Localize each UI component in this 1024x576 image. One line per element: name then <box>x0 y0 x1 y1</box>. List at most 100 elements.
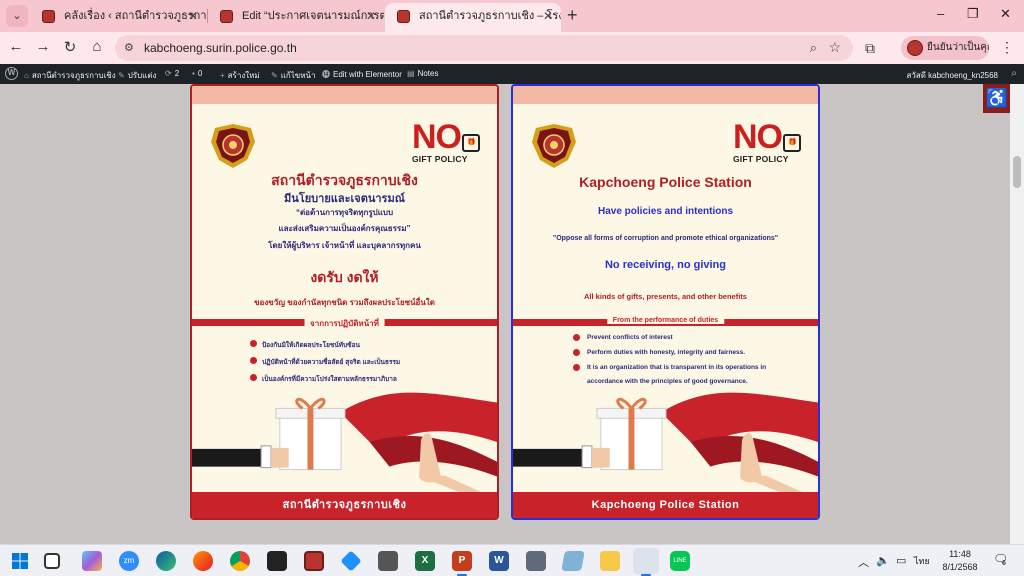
windows-start-icon[interactable] <box>10 551 30 571</box>
zoom-app-icon[interactable]: zm <box>119 551 139 571</box>
gift-policy-text: GIFT POLICY <box>733 154 789 164</box>
bullet-icon <box>250 340 257 347</box>
bullet-text: ปฏิบัติหน้าที่ด้วยความซื่อสัตย์ สุจริต แ… <box>262 359 401 366</box>
police-app-icon[interactable] <box>304 551 324 571</box>
back-button[interactable]: ← <box>6 38 26 55</box>
reload-button[interactable]: ↻ <box>60 38 80 56</box>
bookmark-star-icon[interactable]: ☆ <box>828 39 841 56</box>
powerpoint-icon[interactable]: P <box>452 551 472 571</box>
search-icon[interactable]: ⌕ <box>1011 68 1017 79</box>
clock[interactable]: 11:48 8/1/2568 <box>940 548 980 574</box>
elementor-icon: ⓮ <box>322 70 330 79</box>
clock-time: 11:48 <box>949 549 971 559</box>
wp-updates[interactable]: ⟳ 2 <box>165 69 179 78</box>
bullet-icon <box>250 357 257 364</box>
poster-line-2: “ต่อต้านการทุจริตทุกรูปแบบ <box>295 208 394 217</box>
bullet-icon <box>573 334 580 341</box>
profile-button[interactable]: ยืนยันว่าเป็นคุณ <box>901 36 989 60</box>
wp-admin-bar: W ⌂ สถานีตำรวจภูธรกาบเชิง ✎ ปรับแต่ง ⟳ 2 ▪ 0… <box>0 64 1024 84</box>
new-tab-button[interactable]: + <box>567 5 578 25</box>
brush-icon: ✎ <box>118 71 125 80</box>
word-icon[interactable]: W <box>489 551 509 571</box>
gift-box-icon: 🎁 <box>783 134 801 152</box>
duty-label: From the performance of duties <box>606 317 725 324</box>
copilot-icon[interactable] <box>82 551 102 571</box>
tab-1[interactable]: คลังเรื่อง ‹ สถานีตำรวจภูธรกาบเชิง — ✕ <box>30 3 206 32</box>
address-bar[interactable]: ⚙ kabchoeng.surin.police.go.th ⌕ ☆ <box>115 35 853 61</box>
tab-search-button[interactable]: ⌄ <box>6 5 28 27</box>
gift-box-icon: 🎁 <box>462 134 480 152</box>
tab-2[interactable]: Edit “ประกาศเจตนารมณ์การต่อต้านการรับสิน… <box>208 3 384 32</box>
windows-taskbar: zm X P W LINE ︿ 🔈 ▭ ไทย 11:48 8/1/2568 🗨… <box>0 544 1024 576</box>
poster-footer: Kapchoeng Police Station <box>513 492 818 518</box>
wp-new[interactable]: + สร้างใหม่ <box>220 69 260 82</box>
notes-app-icon[interactable] <box>561 551 585 571</box>
poster-line-4: โดยให้ผู้บริหาร เจ้าหน้าที่ และบุคลากรทุ… <box>268 241 421 250</box>
poster-gifts: ของขวัญ ของกำนัลทุกชนิด รวมถึงผลประโยชน์… <box>254 298 435 307</box>
tray-chevron-icon[interactable]: ︿ <box>858 554 869 570</box>
wp-elementor[interactable]: ⓮ Edit with Elementor <box>322 69 402 80</box>
page-content: NO 🎁 GIFT POLICY สถานีตำรวจภูธรกาบเชิง มี… <box>0 84 1010 544</box>
gift-refusal-illustration <box>192 392 497 496</box>
wordpress-logo-icon[interactable]: W <box>5 67 18 80</box>
forward-button[interactable]: → <box>33 38 53 55</box>
scrollbar-thumb[interactable] <box>1013 156 1021 188</box>
gift-policy-text: GIFT POLICY <box>412 154 468 164</box>
poster-top-band <box>192 86 497 104</box>
duty-label: จากการปฏิบัติหน้าที่ <box>304 317 385 330</box>
menu-kebab-icon[interactable]: ⋮ <box>1000 39 1014 56</box>
app-game-icon[interactable] <box>267 551 287 571</box>
police-favicon-icon <box>220 10 233 23</box>
zoom-icon[interactable]: ⌕ <box>810 40 817 56</box>
close-tab-icon[interactable]: ✕ <box>543 3 553 29</box>
wp-site-name[interactable]: ⌂ สถานีตำรวจภูธรกาบเชิง <box>24 69 116 82</box>
wp-edit-page[interactable]: ✎ แก้ไขหน้า <box>271 69 315 82</box>
url-text[interactable]: kabchoeng.surin.police.go.th <box>144 41 297 55</box>
bullet-text: Prevent conflicts of interest <box>587 334 673 341</box>
bullet-text: It is an organization that is transparen… <box>587 364 767 371</box>
close-tab-icon[interactable]: ✕ <box>366 3 376 29</box>
no-text: NO <box>733 118 783 156</box>
tab-3-active[interactable]: สถานีตำรวจภูธรกาบเชิง – โรงพักต้นแบบ ✕ <box>385 3 561 32</box>
wp-notes[interactable]: ▤ Notes <box>407 69 438 78</box>
home-icon[interactable]: ⌂ <box>87 38 107 55</box>
wp-customize[interactable]: ✎ ปรับแต่ง <box>118 69 156 82</box>
poster-line-2: "Oppose all forms of corruption and prom… <box>552 235 779 242</box>
police-favicon-icon <box>397 10 410 23</box>
firefox-icon[interactable] <box>193 551 213 571</box>
speaker-icon[interactable]: 🔈 <box>876 554 890 567</box>
edge-icon[interactable] <box>156 551 176 571</box>
line-app-icon[interactable]: LINE <box>670 551 690 571</box>
accessibility-icon[interactable]: ♿ <box>983 84 1011 113</box>
file-explorer-icon[interactable] <box>600 551 620 571</box>
poster-gifts: All kinds of gifts, presents, and other … <box>584 292 747 301</box>
no-text: NO <box>412 118 462 156</box>
page-scrollbar[interactable] <box>1010 84 1024 544</box>
site-info-icon[interactable]: ⚙ <box>124 41 134 54</box>
battery-icon[interactable]: ▭ <box>896 554 906 567</box>
minimize-button[interactable]: – <box>937 6 944 21</box>
comment-icon: ▪ <box>192 69 195 78</box>
gift-refusal-illustration <box>513 392 818 496</box>
calculator-icon[interactable] <box>526 551 546 571</box>
poster-slogan: งดรับ งดให้ <box>310 269 379 285</box>
police-badge-icon <box>532 124 576 168</box>
bullet-icon <box>573 364 580 371</box>
wp-comments[interactable]: ▪ 0 <box>192 69 202 78</box>
tab-title: คลังเรื่อง ‹ สถานีตำรวจภูธรกาบเชิง — <box>64 10 206 22</box>
notes-icon: ▤ <box>407 69 415 78</box>
printer-icon[interactable] <box>378 551 398 571</box>
chrome-active-icon[interactable] <box>633 548 659 574</box>
chrome-icon[interactable] <box>230 551 250 571</box>
close-tab-icon[interactable]: ✕ <box>188 3 198 29</box>
excel-icon[interactable]: X <box>415 551 435 571</box>
vscode-icon[interactable] <box>340 550 362 572</box>
profile-label: ยืนยันว่าเป็นคุณ <box>927 42 989 53</box>
pencil-icon: ✎ <box>271 71 278 80</box>
task-view-icon[interactable] <box>44 553 60 569</box>
maximize-button[interactable]: ❐ <box>967 6 979 22</box>
close-window-button[interactable]: ✕ <box>1000 6 1011 22</box>
language-indicator[interactable]: ไทย <box>914 554 930 568</box>
extensions-icon[interactable]: ⧉ <box>865 40 875 57</box>
wp-howdy[interactable]: สวัสดี kabchoeng_kn2568 <box>906 69 998 82</box>
